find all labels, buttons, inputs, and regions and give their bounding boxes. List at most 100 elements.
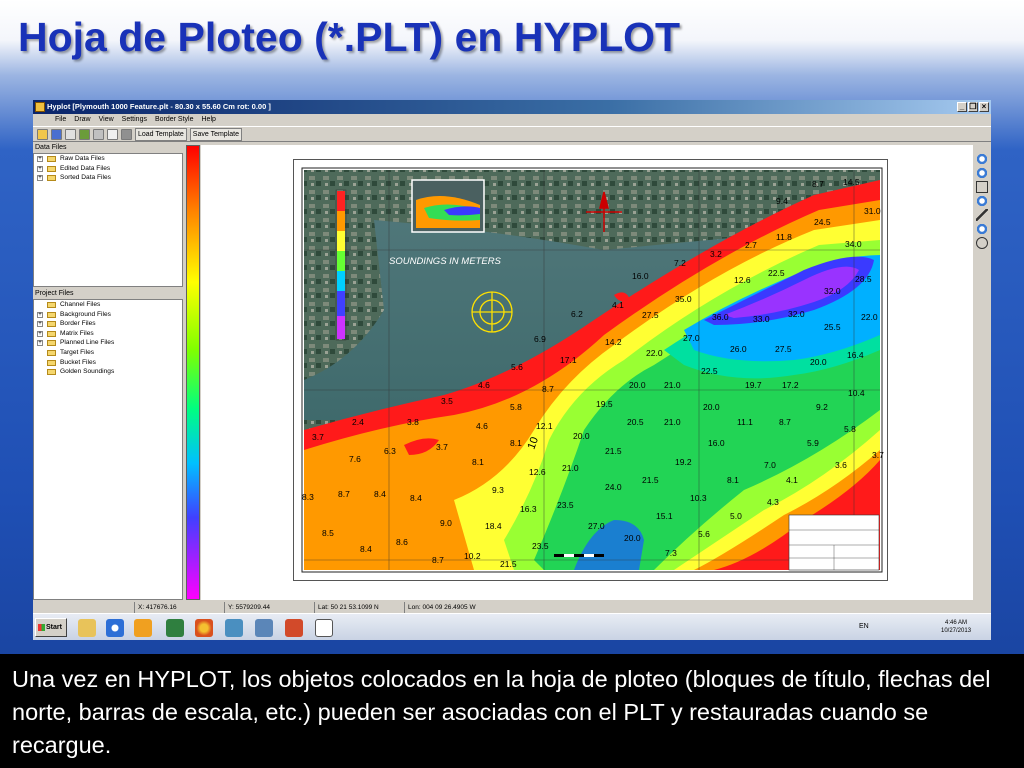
language-indicator[interactable]: EN xyxy=(859,623,869,630)
tree-item-raw-data[interactable]: + Raw Data Files xyxy=(34,154,182,164)
tree-item-matrix-files[interactable]: + Matrix Files xyxy=(34,329,182,339)
sounding: 8.4 xyxy=(410,493,422,503)
menu-settings[interactable]: Settings xyxy=(122,114,147,126)
close-button[interactable]: × xyxy=(979,102,989,112)
expand-icon[interactable]: + xyxy=(37,311,43,318)
restore-button[interactable]: ❐ xyxy=(968,102,978,112)
sounding: 4.6 xyxy=(478,380,490,390)
tree-item-bucket-files[interactable]: Bucket Files xyxy=(34,358,182,368)
menu-view[interactable]: View xyxy=(99,114,114,126)
sounding: 24.0 xyxy=(605,482,622,492)
sounding: 21.5 xyxy=(605,446,622,456)
folder-icon xyxy=(47,175,56,182)
expand-icon[interactable]: + xyxy=(37,340,43,347)
sounding: 8.1 xyxy=(727,475,739,485)
window-titlebar[interactable]: Hyplot [Plymouth 1000 Feature.plt - 80.3… xyxy=(33,100,991,114)
menu-border-style[interactable]: Border Style xyxy=(155,114,194,126)
settings-icon[interactable] xyxy=(93,128,104,140)
sounding: 22.0 xyxy=(861,312,878,322)
sounding: 18.4 xyxy=(485,521,502,531)
start-button[interactable]: Start xyxy=(35,618,67,637)
sounding: 15.1 xyxy=(656,511,673,521)
sounding: 32.0 xyxy=(788,309,805,319)
hyplot-taskbar-icon[interactable] xyxy=(315,619,333,637)
media-taskbar-icon[interactable] xyxy=(134,619,152,637)
sounding: 23.5 xyxy=(557,500,574,510)
sounding: 8.7 xyxy=(779,417,791,427)
pointer-icon[interactable] xyxy=(976,209,988,221)
sounding: 4.6 xyxy=(476,421,488,431)
menu-help[interactable]: Help xyxy=(202,114,216,126)
sounding: 27.0 xyxy=(683,333,700,343)
menu-draw[interactable]: Draw xyxy=(74,114,90,126)
print-icon[interactable] xyxy=(65,128,76,140)
folder-taskbar-icon[interactable] xyxy=(78,619,96,637)
sounding: 20.0 xyxy=(703,402,720,412)
sounding: 12.6 xyxy=(734,275,751,285)
project-files-tree: Channel Files + Background Files + Border … xyxy=(33,299,183,600)
powerpoint-taskbar-icon[interactable] xyxy=(285,619,303,637)
folder-icon xyxy=(47,156,56,162)
survey-taskbar-icon[interactable] xyxy=(255,619,273,637)
sounding: 10.3 xyxy=(690,493,707,503)
clock-date: 10/27/2013 xyxy=(941,628,972,634)
layers-icon[interactable] xyxy=(121,128,132,140)
menu-bar: File Draw View Settings Border Style Hel… xyxy=(33,114,991,126)
browser-taskbar-icon[interactable] xyxy=(106,619,124,637)
sounding: 19.5 xyxy=(596,399,613,409)
tree-item-border-files[interactable]: + Border Files xyxy=(34,319,182,329)
load-template-button[interactable]: Load Template xyxy=(135,127,187,141)
sounding: 2.7 xyxy=(745,240,757,250)
tree-item-golden-soundings[interactable]: Golden Soundings xyxy=(34,367,182,377)
sounding: 6.9 xyxy=(534,334,546,344)
zoom-previous-icon[interactable] xyxy=(976,223,988,235)
expand-icon[interactable]: + xyxy=(37,175,43,182)
expand-icon[interactable]: + xyxy=(37,156,43,162)
pen-icon[interactable] xyxy=(79,128,90,140)
tree-item-channel-files[interactable]: Channel Files xyxy=(34,300,182,310)
sounding: 8.7 xyxy=(432,555,444,565)
expand-icon[interactable]: + xyxy=(37,165,43,172)
menu-file[interactable]: File xyxy=(55,114,66,126)
sounding: 20.0 xyxy=(810,357,827,367)
pan-icon[interactable] xyxy=(976,237,988,249)
zoom-window-icon[interactable] xyxy=(976,195,988,207)
sounding: 27.0 xyxy=(588,521,605,531)
sounding: 4.3 xyxy=(767,497,779,507)
tree-item-planned-line-files[interactable]: + Planned Line Files xyxy=(34,338,182,348)
sounding: 14.5 xyxy=(843,177,860,187)
folder-icon xyxy=(47,311,56,318)
zoom-out-icon[interactable] xyxy=(976,167,988,179)
open-folder-icon[interactable] xyxy=(37,128,48,140)
sounding: 26.0 xyxy=(730,344,747,354)
toolbar: Load Template Save Template xyxy=(33,126,991,142)
system-clock[interactable]: 4:46 AM 10/27/2013 xyxy=(941,619,971,635)
sounding: 34.0 xyxy=(845,239,862,249)
sounding: 4.1 xyxy=(612,300,624,310)
firefox-taskbar-icon[interactable] xyxy=(195,619,213,637)
sounding: 8.4 xyxy=(374,489,386,499)
save-icon[interactable] xyxy=(51,128,62,140)
soundings-label: SOUNDINGS IN METERS xyxy=(389,256,502,267)
sounding: 9.0 xyxy=(440,518,452,528)
expand-icon[interactable]: + xyxy=(37,321,43,328)
slide-caption: Una vez en HYPLOT, los objetos colocados… xyxy=(0,654,1024,768)
zoom-extents-icon[interactable] xyxy=(976,181,988,193)
minimize-button[interactable]: _ xyxy=(957,102,967,112)
expand-icon[interactable]: + xyxy=(37,330,43,337)
tree-item-sorted-data[interactable]: + Sorted Data Files xyxy=(34,173,182,183)
plot-sheet[interactable]: SOUNDINGS IN METERS 10 8.7 14.5 9.4 24.5… xyxy=(293,159,888,581)
sounding: 9.2 xyxy=(816,402,828,412)
tree-item-edited-data[interactable]: + Edited Data Files xyxy=(34,164,182,174)
zoom-in-icon[interactable] xyxy=(976,153,988,165)
sounding: 16.0 xyxy=(632,271,649,281)
save-template-button[interactable]: Save Template xyxy=(189,127,242,141)
new-page-icon[interactable] xyxy=(107,128,118,140)
hypack-taskbar-icon[interactable] xyxy=(225,619,243,637)
map-legend xyxy=(335,189,347,341)
terminal-taskbar-icon[interactable] xyxy=(166,619,184,637)
folder-icon xyxy=(47,359,56,366)
tree-item-background-files[interactable]: + Background Files xyxy=(34,310,182,320)
tree-item-target-files[interactable]: Target Files xyxy=(34,348,182,358)
compass-rose-icon xyxy=(471,291,513,333)
